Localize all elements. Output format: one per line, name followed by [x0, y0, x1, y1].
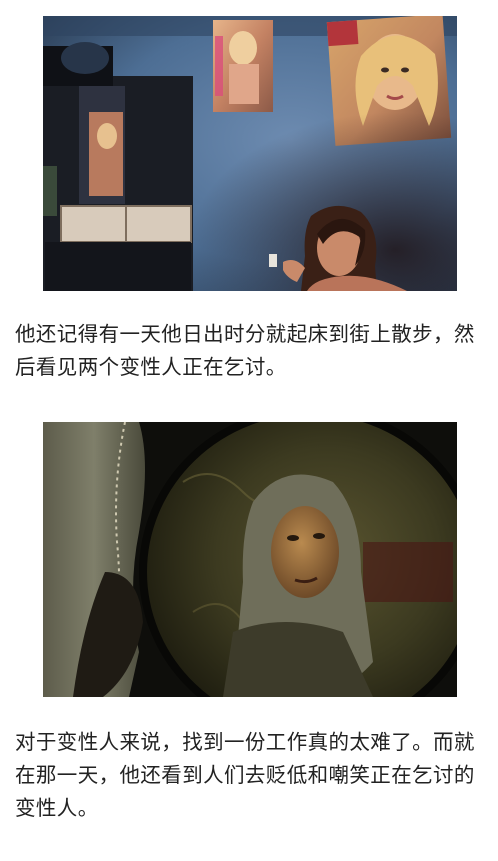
paragraph-2: 对于变性人来说，找到一份工作真的太难了。而就在那一天，他还看到人们去贬低和嘲笑正…	[15, 730, 475, 820]
photo-makeup-posters	[43, 16, 457, 291]
article-page: 他还记得有一天他日出时分就起床到街上散步，然后看见两个变性人正在乞讨。 对于变性…	[0, 0, 498, 861]
photo-veiled-woman-mirror	[43, 422, 457, 697]
photo-makeup-scene	[43, 16, 457, 291]
foreground-figure	[43, 422, 145, 697]
paragraph-1: 他还记得有一天他日出时分就起床到街上散步，然后看见两个变性人正在乞讨。	[15, 322, 475, 379]
photo-mirror-scene	[43, 422, 457, 697]
